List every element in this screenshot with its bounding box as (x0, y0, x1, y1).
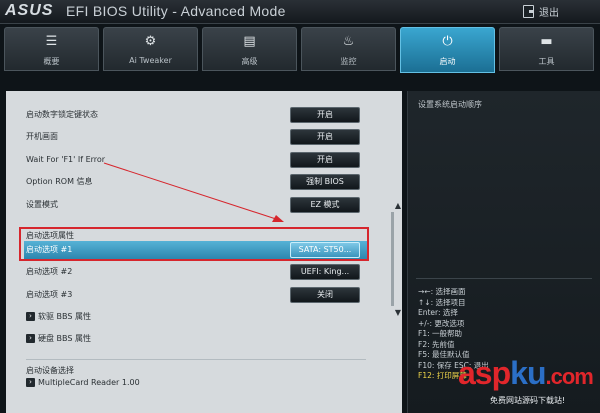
tab-label: 高级 (241, 57, 258, 66)
help-description: 设置系统启动顺序 (418, 100, 482, 109)
key-hint: F2: 先前值 (418, 339, 455, 349)
setting-value-button[interactable]: EZ 模式 (290, 197, 360, 213)
exit-button[interactable]: 退出 (523, 3, 593, 20)
exit-icon (523, 5, 534, 18)
title-bar: ASUS EFI BIOS Utility - Advanced Mode 退出 (0, 0, 600, 24)
watermark-brand-b: ku (510, 355, 546, 391)
setting-row-setup-mode[interactable]: 设置模式 EZ 模式 (26, 196, 386, 214)
tab-label: 工具 (538, 57, 555, 66)
app-title: EFI BIOS Utility - Advanced Mode (66, 3, 286, 19)
key-hint: F1: 一般帮助 (418, 329, 462, 338)
scroll-up-icon[interactable]: ▲ (393, 201, 403, 210)
tab-label: 启动 (439, 57, 456, 66)
key-hint: →←: 选择画面 (418, 287, 466, 296)
boot-device-item[interactable]: › MultipleCard Reader 1.00 (26, 374, 386, 392)
watermark-brand-a: asp (458, 355, 511, 391)
boot-option-value-button[interactable]: UEFI: King... (290, 264, 360, 280)
key-hint: +/-: 更改选项 (418, 318, 465, 328)
boot-option-3[interactable]: 启动选项 #3 关闭 (26, 286, 386, 304)
setting-value-button[interactable]: 开启 (290, 152, 360, 168)
watermark-logo: aspku.com (458, 355, 594, 392)
chevron-right-icon: › (26, 378, 35, 387)
annotation-highlight-box (19, 227, 369, 261)
watermark-brand-c: .com (545, 364, 593, 389)
watermark-tagline: 免费网站源码下载站! (490, 396, 566, 405)
advanced-icon: ▤ (243, 34, 256, 49)
tab-advanced[interactable]: ▤ 高级 (202, 27, 297, 71)
setting-label: 设置模式 (26, 200, 58, 209)
device-text: MultipleCard Reader 1.00 (38, 378, 140, 387)
boot-option-value-button[interactable]: 关闭 (290, 287, 360, 303)
submenu-text: 软驱 BBS 属性 (38, 312, 91, 321)
key-hint: ↑↓: 选择项目 (418, 297, 466, 307)
scroll-down-icon[interactable]: ▼ (393, 308, 403, 317)
setting-label: 启动数字锁定键状态 (26, 110, 98, 119)
power-icon: ⏻ (442, 34, 453, 49)
monitor-icon: ♨ (342, 34, 355, 49)
tab-boot[interactable]: ⏻ 启动 (400, 27, 495, 73)
submenu-label: › 软驱 BBS 属性 (26, 308, 91, 326)
key-hint: Enter: 选择 (418, 308, 458, 317)
tab-overview[interactable]: ☰ 概要 (4, 27, 99, 71)
tab-label: 监控 (340, 57, 357, 66)
setting-value-button[interactable]: 强制 BIOS (290, 174, 360, 190)
help-divider (416, 278, 592, 279)
boot-option-label: 启动选项 #2 (26, 267, 73, 276)
tab-bar: ☰ 概要 ⚙ Ai Tweaker ▤ 高级 ♨ 监控 ⏻ 启动 ▬ 工具 (4, 27, 598, 73)
setting-row-boot-logo[interactable]: 开机画面 开启 (26, 128, 386, 146)
exit-label: 退出 (539, 8, 559, 19)
setting-label: Option ROM 信息 (26, 177, 93, 186)
setting-row-wait-f1[interactable]: Wait For 'F1' If Error 开启 (26, 151, 386, 169)
setting-label: 开机画面 (26, 132, 58, 141)
chevron-right-icon: › (26, 312, 35, 321)
tab-label: 概要 (43, 57, 60, 66)
setting-value-button[interactable]: 开启 (290, 129, 360, 145)
tab-label: Ai Tweaker (129, 56, 172, 65)
setting-label: Wait For 'F1' If Error (26, 155, 106, 164)
tab-monitor[interactable]: ♨ 监控 (301, 27, 396, 71)
submenu-text: 硬盘 BBS 属性 (38, 334, 91, 343)
tab-ai-tweaker[interactable]: ⚙ Ai Tweaker (103, 27, 198, 71)
asus-logo: ASUS (5, 2, 54, 19)
list-icon: ☰ (45, 34, 58, 49)
setting-row-option-rom[interactable]: Option ROM 信息 强制 BIOS (26, 173, 386, 191)
setting-value-button[interactable]: 开启 (290, 107, 360, 123)
tweaker-icon: ⚙ (144, 34, 157, 49)
submenu-label: › 硬盘 BBS 属性 (26, 330, 91, 348)
tool-icon: ▬ (540, 34, 553, 49)
submenu-floppy-bbs[interactable]: › 软驱 BBS 属性 (26, 308, 386, 326)
device-label: › MultipleCard Reader 1.00 (26, 374, 140, 392)
watermark: aspku.com 免费网站源码下载站! (430, 355, 600, 413)
setting-row-numlock[interactable]: 启动数字锁定键状态 开启 (26, 106, 386, 124)
submenu-hdd-bbs[interactable]: › 硬盘 BBS 属性 (26, 330, 386, 348)
tab-tool[interactable]: ▬ 工具 (499, 27, 594, 71)
boot-option-label: 启动选项 #3 (26, 290, 73, 299)
chevron-right-icon: › (26, 334, 35, 343)
section-divider (26, 359, 366, 360)
boot-option-2[interactable]: 启动选项 #2 UEFI: King... (26, 263, 386, 281)
scrollbar-track[interactable] (391, 212, 394, 306)
